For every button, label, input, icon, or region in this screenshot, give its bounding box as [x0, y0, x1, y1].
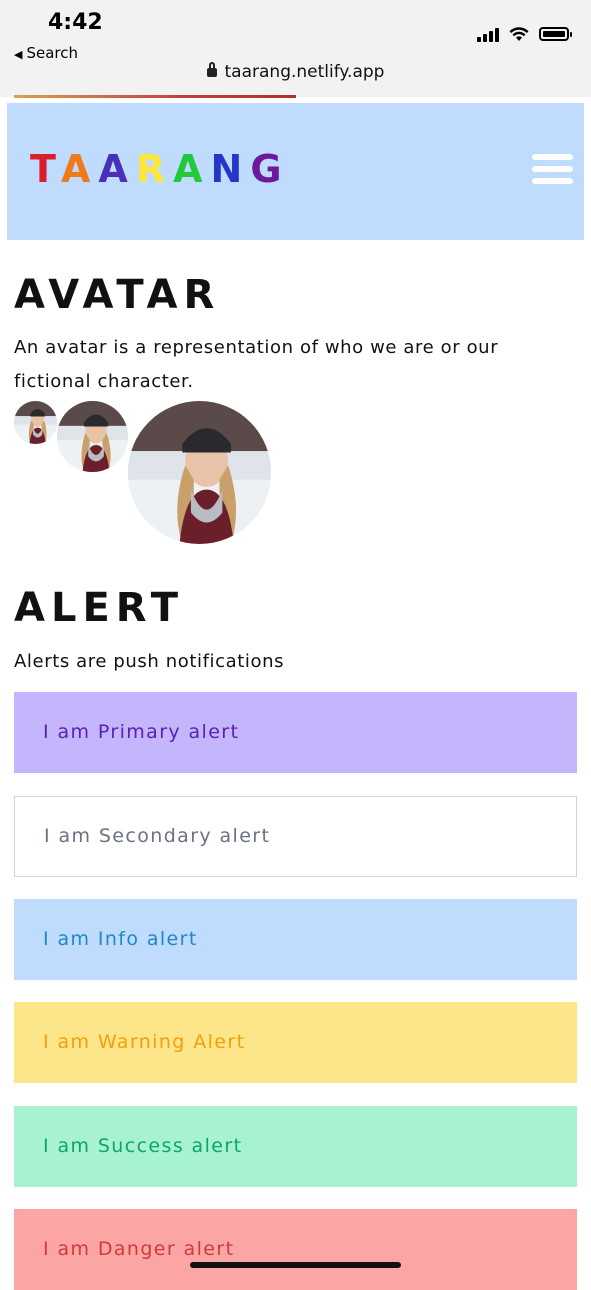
- site-header: TAARANG: [7, 103, 584, 240]
- logo-letter: A: [98, 147, 136, 191]
- battery-icon: [539, 27, 572, 41]
- system-icons: [477, 26, 572, 42]
- avatar-medium: [57, 401, 128, 472]
- cellular-signal-icon: [477, 26, 499, 42]
- logo-letter: T: [30, 147, 61, 191]
- browser-status-bar: 4:42 ◀ Search taarang.netlify.app: [0, 0, 591, 98]
- alert-secondary: I am Secondary alert: [14, 796, 577, 877]
- alert-heading: ALERT: [14, 585, 185, 631]
- alert-success: I am Success alert: [14, 1106, 577, 1187]
- home-indicator[interactable]: [190, 1262, 401, 1268]
- address-bar[interactable]: taarang.netlify.app: [0, 62, 591, 82]
- clock: 4:42: [48, 10, 103, 35]
- logo-letter: A: [173, 147, 211, 191]
- alert-info: I am Info alert: [14, 899, 577, 980]
- logo-letter: N: [210, 147, 251, 191]
- hamburger-icon[interactable]: [532, 154, 573, 185]
- back-to-search-link[interactable]: ◀ Search: [14, 44, 78, 62]
- logo-letter: R: [135, 147, 174, 191]
- wifi-icon: [509, 26, 529, 41]
- lock-icon: [206, 62, 217, 77]
- alert-danger: I am Danger alert: [14, 1209, 577, 1290]
- alert-primary: I am Primary alert: [14, 692, 577, 773]
- alert-warning: I am Warning Alert: [14, 1002, 577, 1083]
- logo-letter: A: [60, 147, 99, 191]
- url-text: taarang.netlify.app: [224, 62, 385, 82]
- avatar-small: [14, 401, 57, 444]
- avatar-heading: AVATAR: [14, 272, 221, 318]
- page-load-progress: [14, 95, 296, 98]
- avatar-description: An avatar is a representation of who we …: [14, 337, 499, 392]
- back-label: Search: [26, 44, 79, 62]
- avatar-large: [128, 401, 271, 544]
- alert-description: Alerts are push notifications: [14, 651, 285, 672]
- logo-letter: G: [250, 147, 290, 191]
- back-arrow-icon: ◀: [14, 48, 23, 61]
- taarang-logo[interactable]: TAARANG: [30, 147, 290, 191]
